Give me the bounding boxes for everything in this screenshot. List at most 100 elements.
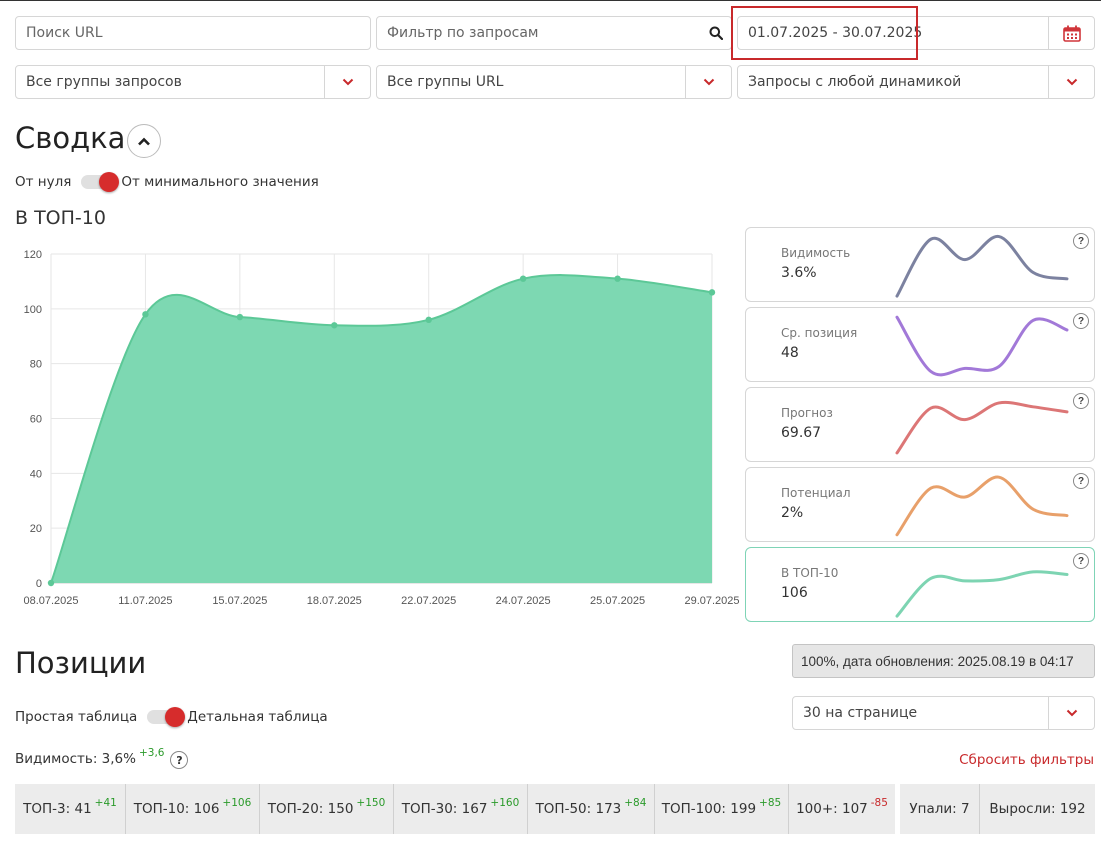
visibility-summary: Видимость: 3,6% +3,6 ? xyxy=(15,747,189,769)
data-point xyxy=(425,316,432,323)
collapse-summary-button[interactable] xyxy=(127,124,161,158)
x-axis: 08.07.2025 11.07.2025 15.07.2025 18.07.2025… xyxy=(23,595,739,607)
dynamics-select[interactable]: Запросы с любой динамикой xyxy=(737,65,1095,99)
data-point xyxy=(331,322,338,329)
stat-fell[interactable]: Упали: 7 xyxy=(900,784,980,834)
x-tick-label: 24.07.2025 xyxy=(496,595,551,607)
chevron-down-icon[interactable] xyxy=(686,66,731,98)
metric-value: 106 xyxy=(781,585,808,601)
movement-stats-bar: Упали: 7 Выросли: 192 xyxy=(900,784,1095,834)
stat-top10[interactable]: ТОП-10: 106 +106 xyxy=(126,784,260,834)
query-filter-field[interactable] xyxy=(376,16,732,50)
sparkline-path xyxy=(895,235,1069,298)
metric-card-avg-position[interactable]: Ср. позиция 48 ? xyxy=(745,307,1095,382)
per-page-select[interactable]: 30 на странице xyxy=(792,696,1095,730)
metric-card-potential[interactable]: Потенциал 2% ? xyxy=(745,467,1095,542)
stat-label: ТОП-3: 41 xyxy=(23,801,92,817)
detailed-table-label: Детальная таблица xyxy=(187,709,328,725)
visibility-label: Видимость: 3,6% xyxy=(15,751,136,767)
metric-label: Потенциал xyxy=(781,486,851,500)
scale-from-min-label: От минимального значения xyxy=(121,174,319,190)
help-icon[interactable]: ? xyxy=(1073,233,1089,249)
stat-delta: +106 xyxy=(222,797,252,809)
stat-delta: +160 xyxy=(490,797,520,809)
stat-rose[interactable]: Выросли: 192 xyxy=(980,784,1095,834)
stat-top30[interactable]: ТОП-30: 167 +160 xyxy=(394,784,528,834)
help-icon[interactable]: ? xyxy=(1073,393,1089,409)
metric-value: 2% xyxy=(781,505,804,521)
switch-knob xyxy=(165,707,186,727)
url-search-input[interactable] xyxy=(16,17,370,49)
metric-card-forecast[interactable]: Прогноз 69.67 ? xyxy=(745,387,1095,462)
x-tick-label: 11.07.2025 xyxy=(118,595,172,607)
chevron-down-icon[interactable] xyxy=(1049,697,1094,729)
stat-label: ТОП-100: 199 xyxy=(661,801,757,817)
x-tick-label: 25.07.2025 xyxy=(590,595,645,607)
data-point xyxy=(519,275,527,282)
summary-title: Сводка xyxy=(15,121,126,155)
stat-delta: +85 xyxy=(759,797,782,809)
metric-sparkline xyxy=(895,400,1069,455)
metric-sparkline xyxy=(895,475,1069,537)
metric-value: 48 xyxy=(781,345,799,361)
query-groups-value: Все группы запросов xyxy=(26,74,182,90)
area-fill xyxy=(51,275,712,583)
stat-label: ТОП-10: 106 xyxy=(133,801,220,817)
metric-sparkline xyxy=(895,570,1069,618)
sparkline-path xyxy=(895,315,1069,377)
stat-top100[interactable]: ТОП-100: 199 +85 xyxy=(655,784,789,834)
stat-top20[interactable]: ТОП-20: 150 +150 xyxy=(260,784,394,834)
table-mode-toggle-row: Простая таблица Детальная таблица xyxy=(15,707,328,727)
stat-label: ТОП-20: 150 xyxy=(267,801,354,817)
chart-scale-switch[interactable] xyxy=(81,172,120,192)
url-search-field[interactable] xyxy=(15,16,371,50)
metric-sparkline xyxy=(895,235,1069,298)
chevron-down-icon[interactable] xyxy=(325,66,370,98)
x-tick-label: 18.07.2025 xyxy=(307,595,362,607)
data-point xyxy=(708,289,716,296)
positions-title: Позиции xyxy=(15,646,147,680)
help-icon[interactable]: ? xyxy=(1073,473,1089,489)
metric-card-visibility[interactable]: Видимость 3.6% ? xyxy=(745,227,1095,302)
simple-table-label: Простая таблица xyxy=(15,709,138,725)
date-range-highlight xyxy=(731,6,918,60)
reset-filters-link[interactable]: Сбросить фильтры xyxy=(959,752,1094,768)
y-tick-label: 100 xyxy=(24,304,42,316)
stat-delta: +41 xyxy=(94,797,117,809)
data-point xyxy=(142,311,149,318)
top10-area-chart: 0 20 40 60 80 100 120 08.07.2025 11.07.2025 15.0… xyxy=(23,249,739,607)
stat-label: 100+: 107 xyxy=(796,801,868,817)
metric-card-top10[interactable]: В ТОП-10 106 ? xyxy=(745,547,1095,622)
url-groups-value: Все группы URL xyxy=(387,74,504,90)
stat-top3[interactable]: ТОП-3: 41 +41 xyxy=(15,784,126,834)
stat-label: ТОП-30: 167 xyxy=(401,801,488,817)
chevron-down-icon[interactable] xyxy=(1049,66,1094,98)
search-icon[interactable] xyxy=(700,26,731,40)
help-icon[interactable]: ? xyxy=(1073,313,1089,329)
x-tick-label: 22.07.2025 xyxy=(401,595,456,607)
switch-knob xyxy=(99,172,120,192)
calendar-icon[interactable] xyxy=(1049,17,1094,49)
help-icon[interactable]: ? xyxy=(1073,553,1089,569)
data-point xyxy=(614,275,621,282)
help-icon[interactable]: ? xyxy=(170,751,189,769)
data-point xyxy=(47,579,55,587)
stat-delta: +84 xyxy=(624,797,647,809)
metric-value: 3.6% xyxy=(781,265,817,281)
metric-label: Ср. позиция xyxy=(781,326,858,340)
y-tick-label: 60 xyxy=(30,414,42,426)
stat-top50[interactable]: ТОП-50: 173 +84 xyxy=(528,784,655,834)
y-tick-label: 20 xyxy=(30,523,42,535)
sparkline-path xyxy=(895,570,1069,618)
stat-100-plus[interactable]: 100+: 107 -85 xyxy=(789,784,895,834)
table-mode-switch[interactable] xyxy=(147,707,186,727)
url-groups-select[interactable]: Все группы URL xyxy=(376,65,732,99)
chart-title: В ТОП-10 xyxy=(15,207,106,229)
metric-value: 69.67 xyxy=(781,425,822,441)
top-border xyxy=(0,0,1101,1)
per-page-value: 30 на странице xyxy=(803,705,918,721)
top-stats-bar: ТОП-3: 41 +41 ТОП-10: 106 +106 ТОП-20: 150… xyxy=(15,784,895,834)
sparkline-path xyxy=(895,400,1069,455)
query-groups-select[interactable]: Все группы запросов xyxy=(15,65,371,99)
query-filter-input[interactable] xyxy=(377,17,701,49)
